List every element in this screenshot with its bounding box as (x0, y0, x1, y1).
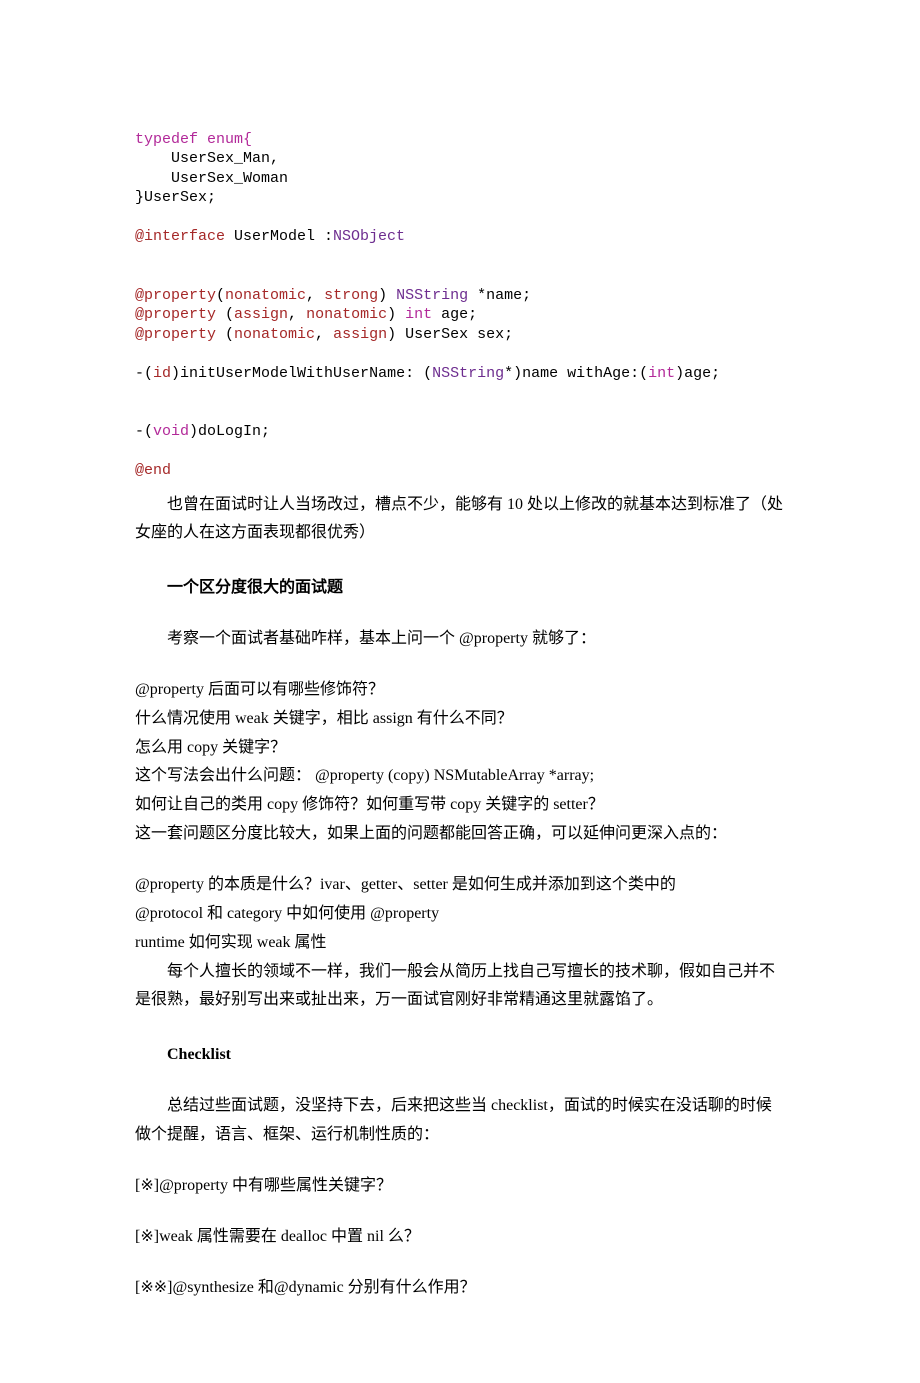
code-text: ( (216, 287, 225, 304)
checklist-item: [※]@property 中有哪些属性关键字？ (135, 1172, 785, 1201)
code-text: -( (135, 423, 153, 440)
list-item: 如何让自己的类用 copy 修饰符？如何重写带 copy 关键字的 setter… (135, 791, 785, 820)
code-at-keyword: @property (135, 287, 216, 304)
code-at-keyword: @end (135, 462, 171, 479)
code-text: ) (378, 287, 396, 304)
code-text: -( (135, 365, 153, 382)
code-line: UserSex_Man, (135, 150, 279, 167)
code-text: ( (216, 306, 234, 323)
list-item: 这个写法会出什么问题： @property (copy) NSMutableAr… (135, 762, 785, 791)
checklist: [※]@property 中有哪些属性关键字？ (135, 1172, 785, 1201)
code-keyword: int (405, 306, 432, 323)
paragraph: 每个人擅长的领域不一样，我们一般会从简历上找自己写擅长的技术聊，假如自己并不是很… (135, 958, 785, 1016)
code-block: typedef enum{ UserSex_Man, UserSex_Woman… (135, 110, 785, 481)
list-item: runtime 如何实现 weak 属性 (135, 929, 785, 958)
code-class: NSString (432, 365, 504, 382)
code-text: *)name withAge:( (504, 365, 648, 382)
code-text: )initUserModelWithUserName: ( (171, 365, 432, 382)
question-list: @property 的本质是什么？ivar、getter、setter 是如何生… (135, 871, 785, 957)
code-text: , (306, 287, 324, 304)
paragraph: 也曾在面试时让人当场改过，槽点不少，能够有 10 处以上修改的就基本达到标准了（… (135, 491, 785, 549)
checklist-item: [※※]@synthesize 和@dynamic 分别有什么作用？ (135, 1274, 785, 1303)
checklist: [※]weak 属性需要在 dealloc 中置 nil 么？ (135, 1223, 785, 1252)
code-keyword: typedef enum{ (135, 131, 252, 148)
code-attr: nonatomic (306, 306, 387, 323)
code-at-keyword: @property (135, 326, 216, 343)
code-keyword: void (153, 423, 189, 440)
code-text: )age; (675, 365, 720, 382)
question-list: @property 后面可以有哪些修饰符？ 什么情况使用 weak 关键字，相比… (135, 676, 785, 849)
code-line: UserSex_Woman (135, 170, 288, 187)
code-class: NSString (396, 287, 468, 304)
list-item: 怎么用 copy 关键字？ (135, 734, 785, 763)
code-text: ) UserSex sex; (387, 326, 513, 343)
list-item: @protocol 和 category 中如何使用 @property (135, 900, 785, 929)
code-text: )doLogIn; (189, 423, 270, 440)
code-text: ( (216, 326, 234, 343)
code-at-keyword: @interface (135, 228, 225, 245)
section-heading: Checklist (135, 1041, 785, 1070)
code-attr: nonatomic (234, 326, 315, 343)
list-item: 什么情况使用 weak 关键字，相比 assign 有什么不同？ (135, 705, 785, 734)
code-attr: assign (333, 326, 387, 343)
paragraph: 总结过些面试题，没坚持下去，后来把这些当 checklist，面试的时候实在没话… (135, 1092, 785, 1150)
code-keyword: id (153, 365, 171, 382)
code-text: ) (387, 306, 405, 323)
code-attr: strong (324, 287, 378, 304)
code-keyword: int (648, 365, 675, 382)
code-at-keyword: @property (135, 306, 216, 323)
code-text: *name; (468, 287, 531, 304)
code-text: , (315, 326, 333, 343)
code-text: age; (432, 306, 477, 323)
section-heading: 一个区分度很大的面试题 (135, 574, 785, 603)
code-text: , (288, 306, 306, 323)
checklist: [※※]@synthesize 和@dynamic 分别有什么作用？ (135, 1274, 785, 1303)
code-line: }UserSex; (135, 189, 216, 206)
list-item: 这一套问题区分度比较大，如果上面的问题都能回答正确，可以延伸问更深入点的： (135, 820, 785, 849)
checklist-item: [※]weak 属性需要在 dealloc 中置 nil 么？ (135, 1223, 785, 1252)
code-attr: assign (234, 306, 288, 323)
code-text: UserModel : (225, 228, 333, 245)
code-class: NSObject (333, 228, 405, 245)
list-item: @property 的本质是什么？ivar、getter、setter 是如何生… (135, 871, 785, 900)
document-page: typedef enum{ UserSex_Man, UserSex_Woman… (0, 0, 920, 1383)
code-attr: nonatomic (225, 287, 306, 304)
paragraph: 考察一个面试者基础咋样，基本上问一个 @property 就够了： (135, 625, 785, 654)
list-item: @property 后面可以有哪些修饰符？ (135, 676, 785, 705)
